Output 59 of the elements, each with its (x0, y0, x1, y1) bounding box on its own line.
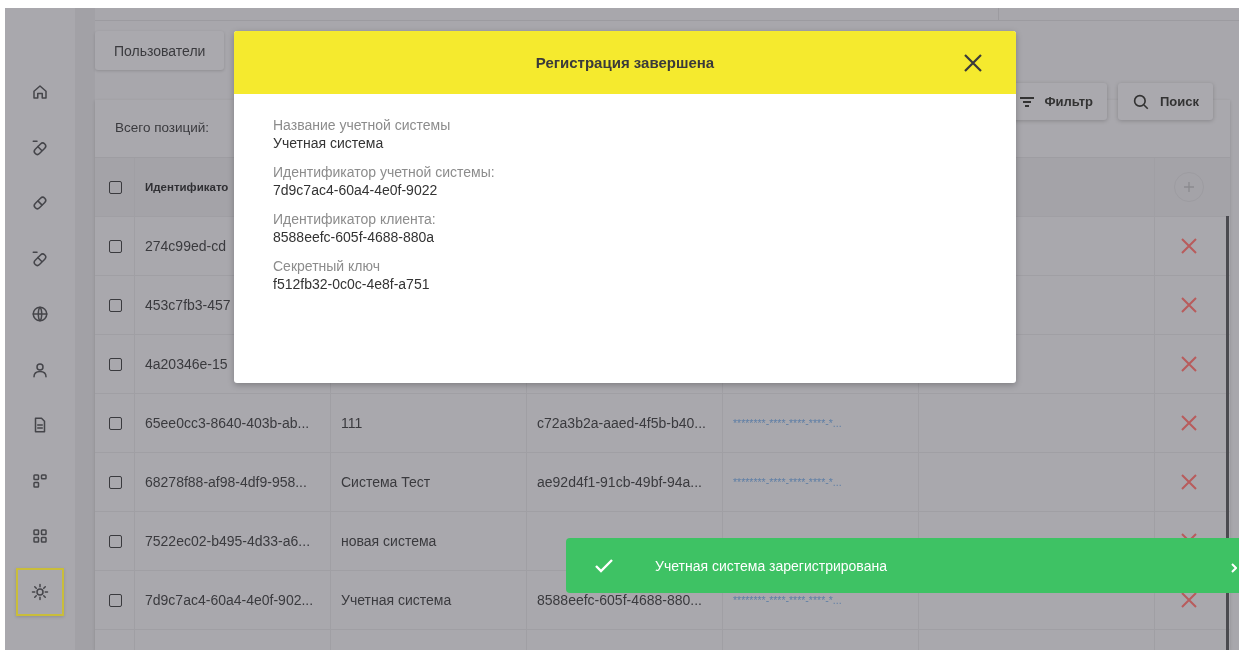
checkbox[interactable] (109, 357, 122, 371)
dialog-title: Регистрация завершена (535, 54, 715, 71)
delete-icon[interactable] (1181, 474, 1197, 490)
table-cell: Учетная система (341, 592, 452, 608)
globe-icon (31, 305, 49, 323)
users-tab[interactable]: Пользователи (95, 31, 225, 70)
table-cell: 7522ec02-b495-4d33-a6... (145, 533, 311, 549)
field-label: Идентификатор учетной системы: (273, 164, 496, 180)
home-icon (31, 83, 49, 101)
table-cell: 7d9c7ac4-60a4-4e0f-902... (145, 592, 314, 608)
table-cell: Система Тест (341, 474, 431, 490)
toast-message: Учетная система зарегистрирована (655, 557, 887, 574)
delete-icon[interactable] (1181, 592, 1197, 608)
checkbox[interactable] (109, 593, 122, 607)
field-label: Название учетной системы (273, 117, 452, 133)
delete-icon[interactable] (1181, 415, 1197, 431)
table-cell: 111 (341, 415, 363, 431)
grid-icon (31, 527, 49, 545)
field-value: 7d9c7ac4-60a4-4e0f-9022 (273, 182, 439, 198)
table-cell: 8588eefc-605f-4688-880... (537, 592, 702, 608)
checkbox[interactable] (109, 416, 122, 430)
table-cell: 274c99ed-cd (145, 238, 226, 254)
capsule-icon (31, 194, 49, 212)
gear-icon (31, 582, 49, 601)
search-button[interactable]: Поиск (1118, 83, 1213, 120)
search-icon (1132, 92, 1150, 111)
pill-icon (31, 249, 49, 268)
checkbox[interactable] (109, 475, 122, 489)
pill-icon (31, 138, 49, 157)
delete-icon[interactable] (1181, 356, 1197, 372)
table-cell: 68278f88-af98-4df9-958... (145, 474, 307, 490)
checkbox[interactable] (109, 239, 122, 253)
field-label: Идентификатор клиента: (273, 211, 437, 227)
plus-icon (1184, 182, 1194, 192)
user-icon (31, 360, 49, 379)
table-cell: ********-****-****-****-*... (733, 417, 842, 429)
apps-icon (31, 471, 49, 490)
delete-icon[interactable] (1181, 297, 1197, 313)
total-count: Всего позиций: (115, 120, 210, 135)
checkbox[interactable] (109, 180, 122, 194)
table-cell: новая система (341, 533, 437, 549)
table-cell: 453c7fb3-457 (145, 297, 231, 313)
table-cell: ********-****-****-****-*... (733, 594, 842, 606)
table-cell: 4a20346e-15 (145, 356, 228, 372)
table-cell: ae92d4f1-91cb-49bf-94a... (537, 474, 702, 490)
checkbox[interactable] (109, 534, 122, 548)
table-cell: ********-****-****-****-*... (733, 476, 842, 488)
field-value: 8588eefc-605f-4688-880a (273, 229, 436, 245)
table-cell: c72a3b2a-aaed-4f5b-b40... (537, 415, 706, 431)
field-value: f512fb32-0c0c-4e8f-a751 (273, 276, 431, 292)
delete-icon[interactable] (1181, 238, 1197, 254)
table-cell: 65ee0cc3-8640-403b-ab... (145, 415, 310, 431)
check-icon (595, 558, 613, 573)
sidebar-item[interactable] (16, 567, 64, 616)
field-label: Секретный ключ (273, 258, 381, 274)
column-header: Идентификато (145, 181, 229, 193)
checkbox[interactable] (109, 298, 122, 312)
field-value: Учетная система (273, 135, 385, 151)
filter-icon (1020, 96, 1035, 107)
